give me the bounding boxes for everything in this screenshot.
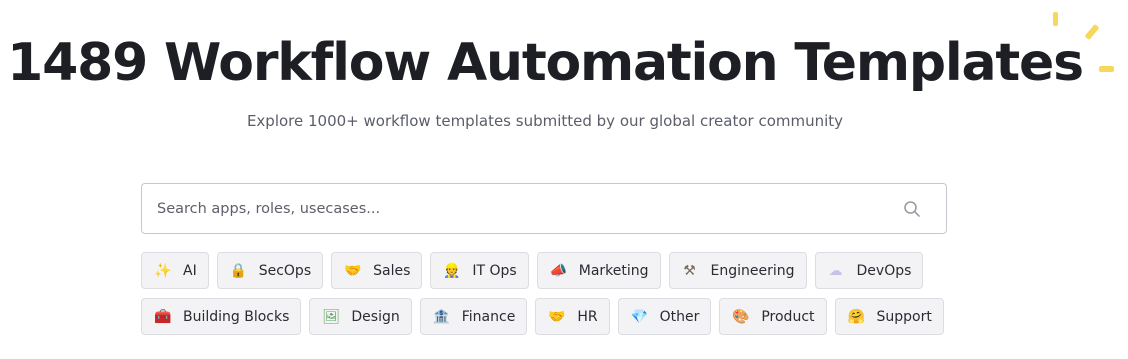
sparkle-decoration-icon bbox=[1099, 66, 1114, 72]
category-chip-product[interactable]: 🎨 Product bbox=[719, 298, 827, 335]
category-chip-other[interactable]: 💎 Other bbox=[617, 298, 712, 335]
category-chip-label: Building Blocks bbox=[183, 308, 290, 325]
category-chip-finance[interactable]: 🏦 Finance bbox=[419, 298, 528, 335]
search-icon[interactable] bbox=[902, 199, 922, 219]
sparkle-decoration-icon bbox=[1084, 23, 1100, 41]
category-chip-support[interactable]: 🤗 Support bbox=[834, 298, 944, 335]
category-chip-sales[interactable]: 🤝 Sales bbox=[331, 252, 423, 289]
category-chip-it-ops[interactable]: 👷 IT Ops bbox=[430, 252, 529, 289]
category-chip-label: AI bbox=[183, 262, 197, 279]
category-chip-label: Sales bbox=[373, 262, 411, 279]
hugging-face-icon: 🤗 bbox=[847, 308, 865, 325]
framed-picture-icon: 🖼 bbox=[322, 308, 341, 325]
bank-icon: 🏦 bbox=[432, 308, 451, 325]
construction-worker-icon: 👷 bbox=[443, 262, 461, 279]
category-chips-row-1: ✨ AI 🔒 SecOps 🤝 Sales 👷 IT Ops 📣 Marketing ⚒ Engine… bbox=[141, 252, 924, 289]
category-chip-label: SecOps bbox=[258, 262, 312, 279]
gem-icon: 💎 bbox=[630, 308, 649, 325]
category-chip-label: DevOps bbox=[856, 262, 912, 279]
page-subtitle: Explore 1000+ workflow templates submitt… bbox=[246, 112, 844, 130]
category-chip-label: Support bbox=[876, 308, 932, 325]
sparkle-decoration-icon bbox=[1053, 12, 1058, 26]
category-chips-row-2: 🧰 Building Blocks 🖼 Design 🏦 Finance 🤝 HR 💎 Other… bbox=[141, 298, 944, 335]
category-chip-design[interactable]: 🖼 Design bbox=[309, 298, 412, 335]
category-chip-marketing[interactable]: 📣 Marketing bbox=[536, 252, 661, 289]
sparkles-icon: ✨ bbox=[154, 262, 172, 279]
lock-icon: 🔒 bbox=[229, 262, 248, 279]
palette-icon: 🎨 bbox=[732, 308, 750, 325]
category-chip-hr[interactable]: 🤝 HR bbox=[535, 298, 610, 335]
hammer-pick-icon: ⚒ bbox=[683, 262, 696, 279]
category-chip-label: IT Ops bbox=[472, 262, 517, 279]
category-chip-secops[interactable]: 🔒 SecOps bbox=[216, 252, 324, 289]
handshake-icon: 🤝 bbox=[548, 308, 566, 325]
category-chip-label: Marketing bbox=[578, 262, 649, 279]
megaphone-icon: 📣 bbox=[549, 262, 568, 279]
category-chip-devops[interactable]: ☁ DevOps bbox=[814, 252, 924, 289]
category-chip-label: HR bbox=[577, 308, 598, 325]
category-chip-building-blocks[interactable]: 🧰 Building Blocks bbox=[141, 298, 302, 335]
handshake-icon: 🤝 bbox=[344, 262, 362, 279]
category-chip-label: Design bbox=[351, 308, 400, 325]
category-chip-label: Other bbox=[659, 308, 700, 325]
category-chip-label: Engineering bbox=[710, 262, 795, 279]
category-chip-engineering[interactable]: ⚒ Engineering bbox=[668, 252, 807, 289]
search-input[interactable] bbox=[142, 184, 902, 233]
page-title: 1489 Workflow Automation Templates bbox=[7, 33, 1084, 93]
category-chip-ai[interactable]: ✨ AI bbox=[141, 252, 209, 289]
cloud-icon: ☁ bbox=[828, 262, 843, 279]
search-bar[interactable] bbox=[141, 183, 947, 234]
category-chip-label: Finance bbox=[461, 308, 516, 325]
toolbox-icon: 🧰 bbox=[154, 308, 172, 325]
category-chip-label: Product bbox=[761, 308, 815, 325]
